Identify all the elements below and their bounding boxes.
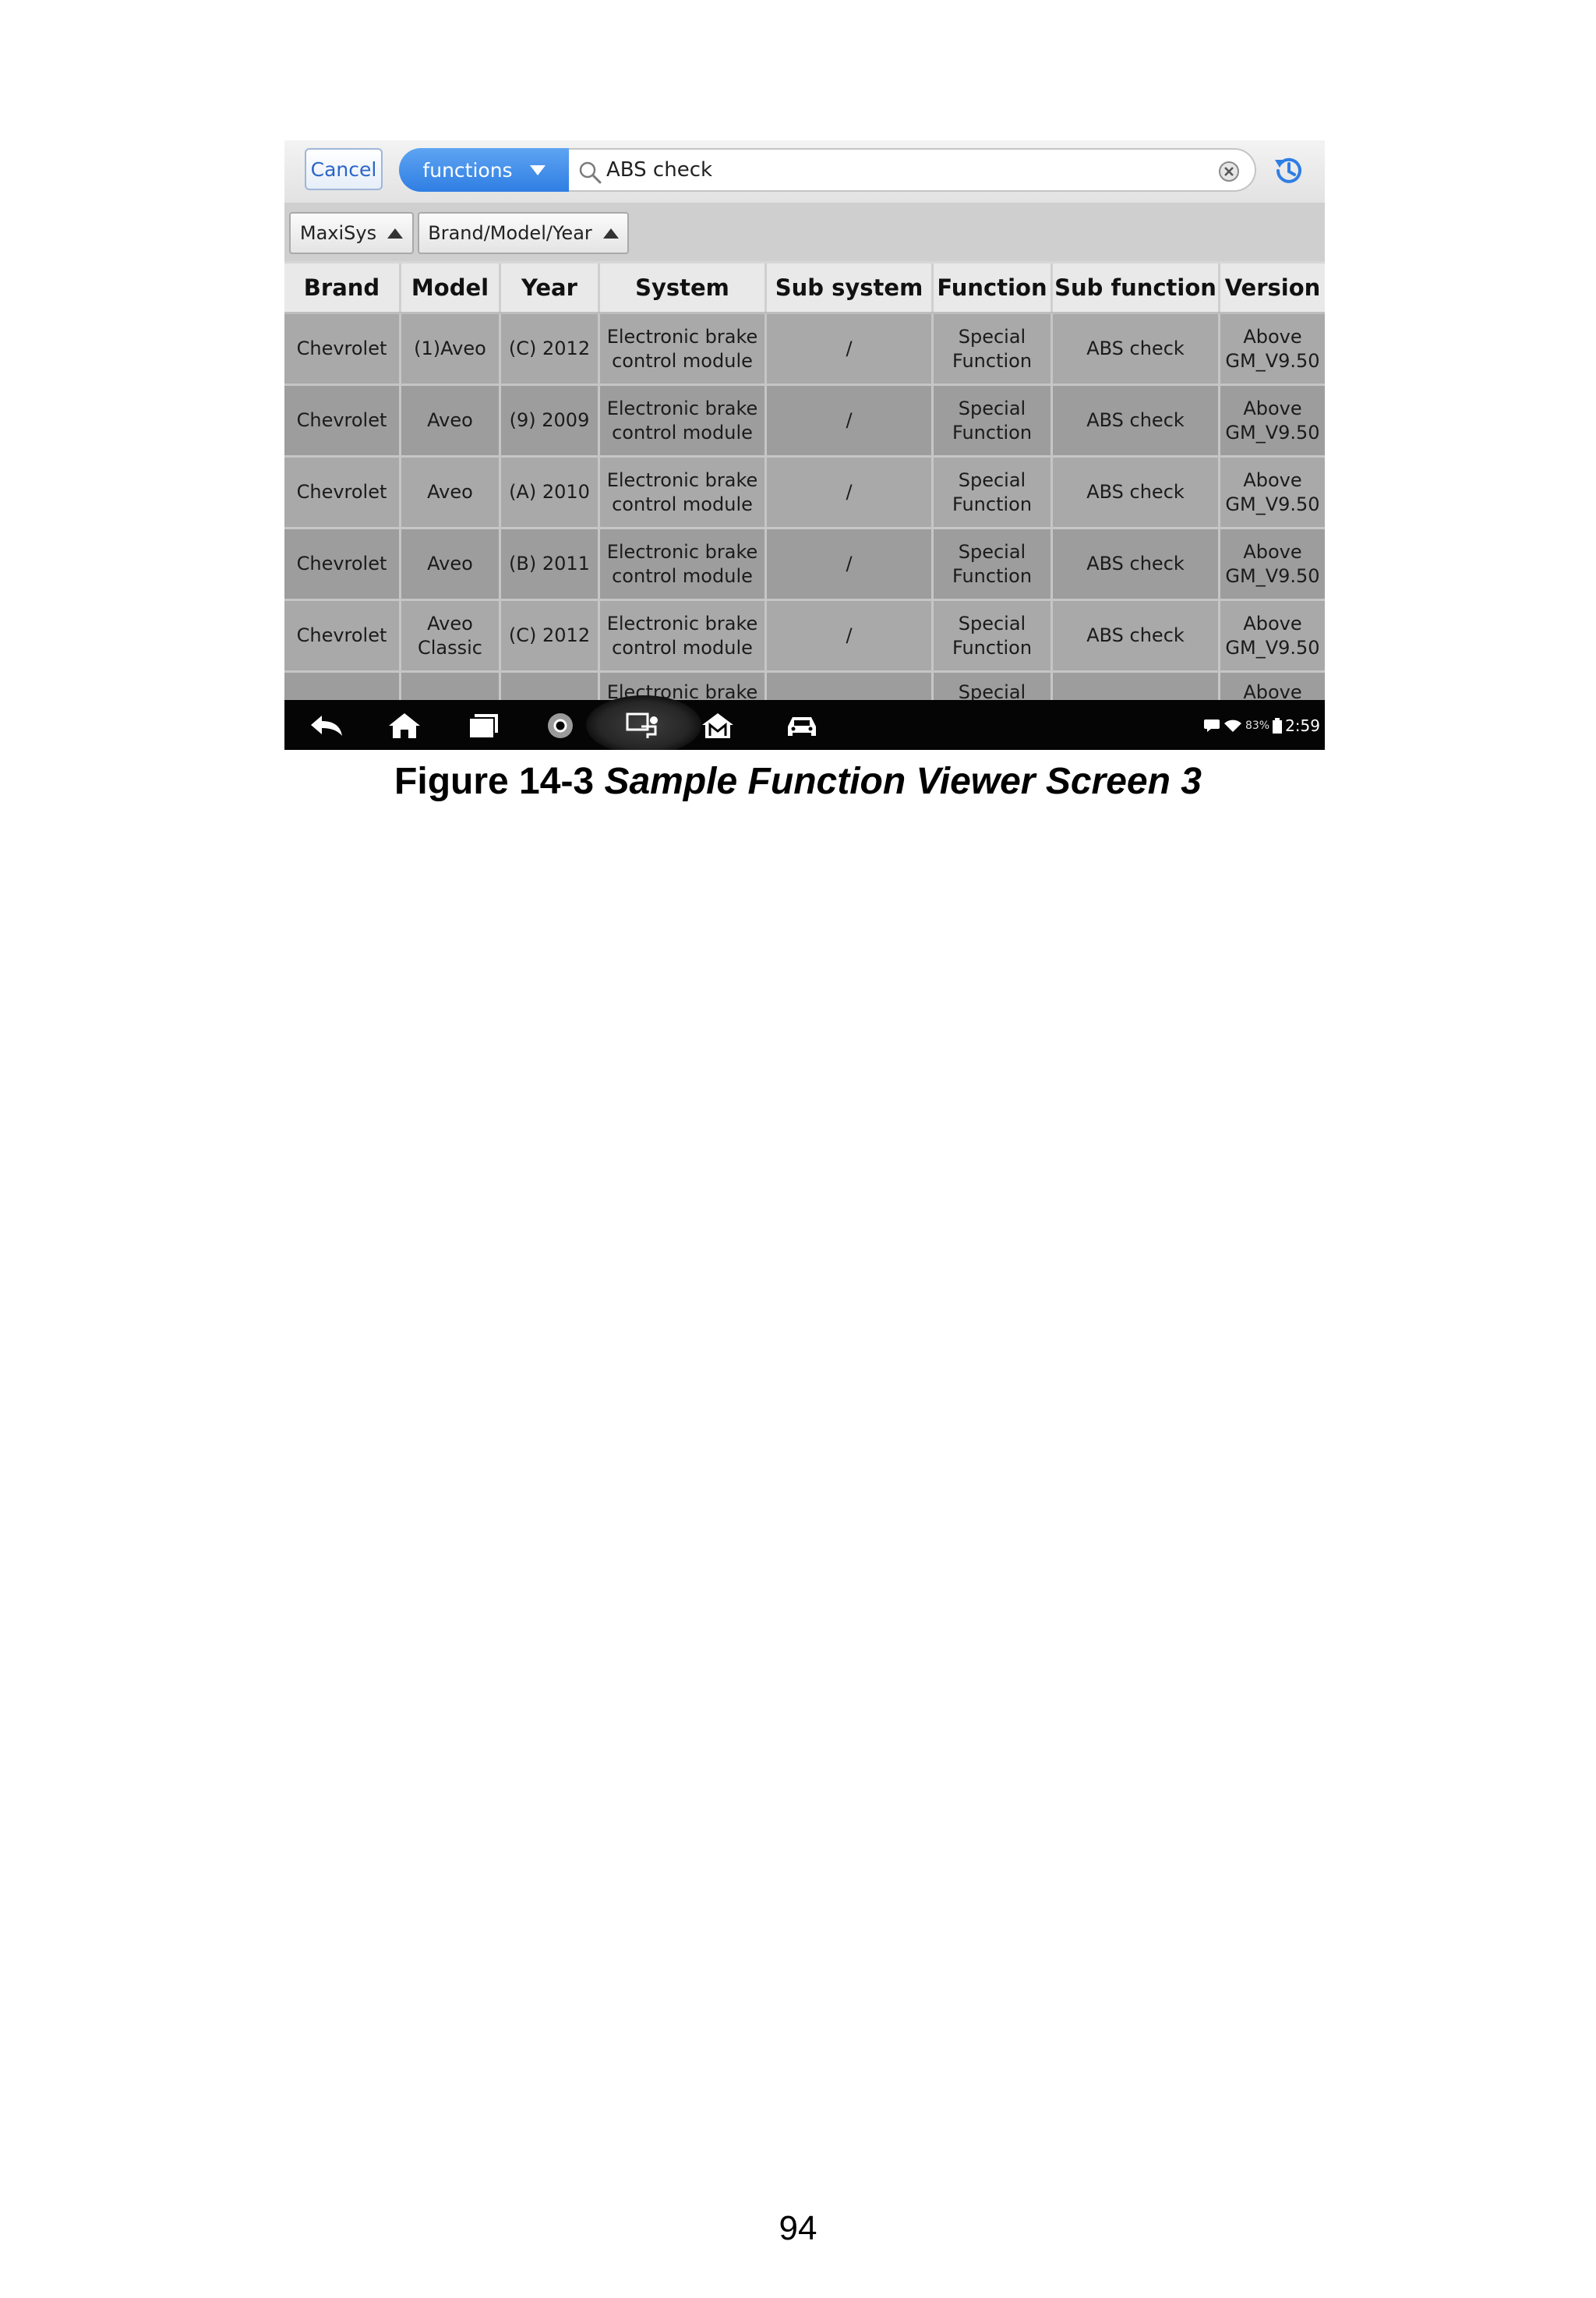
message-icon bbox=[1203, 719, 1220, 732]
cell-brand bbox=[284, 673, 401, 704]
cell-brand: Chevrolet bbox=[284, 529, 401, 599]
column-header-brand[interactable]: Brand bbox=[284, 263, 401, 312]
cell-function: Special Function bbox=[934, 314, 1053, 384]
cell-brand: Chevrolet bbox=[284, 314, 401, 384]
column-header-system[interactable]: System bbox=[600, 263, 767, 312]
cell-year: (A) 2010 bbox=[501, 458, 600, 527]
cell-sub-function: ABS check bbox=[1053, 458, 1220, 527]
cell-system: Electronic brake control module bbox=[600, 314, 767, 384]
filter-maxisys-button[interactable]: MaxiSys bbox=[289, 212, 414, 254]
filter-label: Brand/Model/Year bbox=[428, 222, 592, 244]
table-row[interactable]: Chevrolet Aveo (A) 2010 Electronic brake… bbox=[284, 458, 1325, 529]
filter-label: MaxiSys bbox=[299, 222, 377, 244]
cell-sub-function: ABS check bbox=[1053, 529, 1220, 599]
table-row[interactable]: Electronic brake Special Above bbox=[284, 673, 1325, 704]
back-icon[interactable] bbox=[308, 711, 345, 741]
search-toolbar: Cancel functions bbox=[284, 140, 1325, 203]
cell-brand: Chevrolet bbox=[284, 601, 401, 670]
cell-model: Aveo bbox=[401, 529, 501, 599]
maxisys-home-icon[interactable] bbox=[699, 711, 736, 741]
cell-year: (9) 2009 bbox=[501, 386, 600, 455]
cell-sub-system: / bbox=[767, 314, 934, 384]
clear-search-icon[interactable] bbox=[1217, 160, 1241, 183]
cell-sub-system: / bbox=[767, 386, 934, 455]
sort-up-icon bbox=[387, 228, 404, 239]
figure-caption: Figure 14-3 Sample Function Viewer Scree… bbox=[0, 760, 1596, 803]
cell-system: Electronic brake control module bbox=[600, 529, 767, 599]
table-row[interactable]: Chevrolet Aveo (9) 2009 Electronic brake… bbox=[284, 386, 1325, 458]
cell-version: Above GM_V9.50 bbox=[1225, 612, 1320, 659]
remote-desk-icon[interactable] bbox=[624, 711, 662, 741]
clock: 2:59 bbox=[1285, 716, 1320, 735]
dropdown-arrow-icon bbox=[529, 164, 546, 175]
cell-year: (C) 2012 bbox=[501, 314, 600, 384]
figure-title: Sample Function Viewer Screen 3 bbox=[604, 761, 1202, 802]
cell-sub-function: ABS check bbox=[1053, 314, 1220, 384]
cell-sub-system: / bbox=[767, 529, 934, 599]
search-icon bbox=[579, 161, 602, 184]
results-table: Brand Model Year System Sub system Funct… bbox=[284, 263, 1325, 704]
function-viewer-screen: Cancel functions MaxiSys bbox=[284, 140, 1325, 750]
cell-sub-function: ABS check bbox=[1053, 601, 1220, 670]
cell-sub-system bbox=[767, 673, 934, 704]
cell-model: (1)Aveo bbox=[401, 314, 501, 384]
cell-model bbox=[401, 673, 501, 704]
wifi-icon bbox=[1223, 719, 1241, 732]
cell-sub-function bbox=[1053, 673, 1220, 704]
column-header-function[interactable]: Function bbox=[934, 263, 1053, 312]
cell-year: (C) 2012 bbox=[501, 601, 600, 670]
battery-icon bbox=[1273, 718, 1283, 734]
figure-number: Figure 14-3 bbox=[394, 761, 605, 802]
recent-apps-icon[interactable] bbox=[465, 711, 503, 741]
cell-function: Special Function bbox=[934, 386, 1053, 455]
status-area: 83% 2:59 bbox=[1203, 716, 1320, 736]
sort-up-icon bbox=[602, 228, 619, 239]
cell-year: (B) 2011 bbox=[501, 529, 600, 599]
cell-year bbox=[501, 673, 600, 704]
table-row[interactable]: Chevrolet (1)Aveo (C) 2012 Electronic br… bbox=[284, 314, 1325, 386]
home-icon[interactable] bbox=[386, 711, 423, 741]
category-dropdown[interactable]: functions bbox=[399, 148, 569, 192]
cell-sub-system: / bbox=[767, 458, 934, 527]
cell-sub-function: ABS check bbox=[1053, 386, 1220, 455]
page-number: 94 bbox=[779, 2209, 817, 2247]
cancel-button[interactable]: Cancel bbox=[305, 148, 383, 190]
cell-model: Aveo Classic bbox=[401, 601, 501, 670]
cell-version: Above bbox=[1243, 681, 1302, 703]
table-row[interactable]: Chevrolet Aveo Classic (C) 2012 Electron… bbox=[284, 601, 1325, 673]
cell-brand: Chevrolet bbox=[284, 386, 401, 455]
column-header-model[interactable]: Model bbox=[401, 263, 501, 312]
car-icon[interactable] bbox=[783, 711, 821, 741]
filter-bar: MaxiSys Brand/Model/Year bbox=[284, 203, 1325, 261]
column-header-version[interactable]: Version bbox=[1220, 263, 1325, 312]
cell-version: Above GM_V9.50 bbox=[1225, 325, 1320, 372]
system-navigation-bar: 83% 2:59 bbox=[284, 695, 1325, 750]
filter-brand-model-year-button[interactable]: Brand/Model/Year bbox=[418, 212, 629, 254]
column-header-sub-system[interactable]: Sub system bbox=[767, 263, 934, 312]
cell-model: Aveo bbox=[401, 458, 501, 527]
cell-version: Above GM_V9.50 bbox=[1225, 397, 1320, 444]
cell-system: Electronic brake control module bbox=[600, 458, 767, 527]
cell-function: Special Function bbox=[934, 529, 1053, 599]
cell-function: Special Function bbox=[934, 601, 1053, 670]
battery-percent: 83% bbox=[1245, 719, 1270, 732]
search-box[interactable] bbox=[569, 148, 1256, 192]
cell-brand: Chevrolet bbox=[284, 458, 401, 527]
cell-model: Aveo bbox=[401, 386, 501, 455]
column-header-sub-function[interactable]: Sub function bbox=[1053, 263, 1220, 312]
table-header: Brand Model Year System Sub system Funct… bbox=[284, 263, 1325, 314]
cell-function: Special Function bbox=[934, 458, 1053, 527]
cell-function: Special bbox=[934, 673, 1053, 704]
cell-sub-system: / bbox=[767, 601, 934, 670]
column-header-year[interactable]: Year bbox=[501, 263, 600, 312]
table-row[interactable]: Chevrolet Aveo (B) 2011 Electronic brake… bbox=[284, 529, 1325, 601]
cell-system: Electronic brake control module bbox=[600, 601, 767, 670]
cell-system: Electronic brake control module bbox=[600, 386, 767, 455]
search-input[interactable] bbox=[606, 154, 1199, 186]
category-dropdown-label: functions bbox=[422, 158, 513, 182]
cell-version: Above GM_V9.50 bbox=[1225, 540, 1320, 587]
browser-icon[interactable] bbox=[542, 711, 579, 741]
history-icon[interactable] bbox=[1271, 153, 1307, 189]
cell-version: Above GM_V9.50 bbox=[1225, 468, 1320, 515]
